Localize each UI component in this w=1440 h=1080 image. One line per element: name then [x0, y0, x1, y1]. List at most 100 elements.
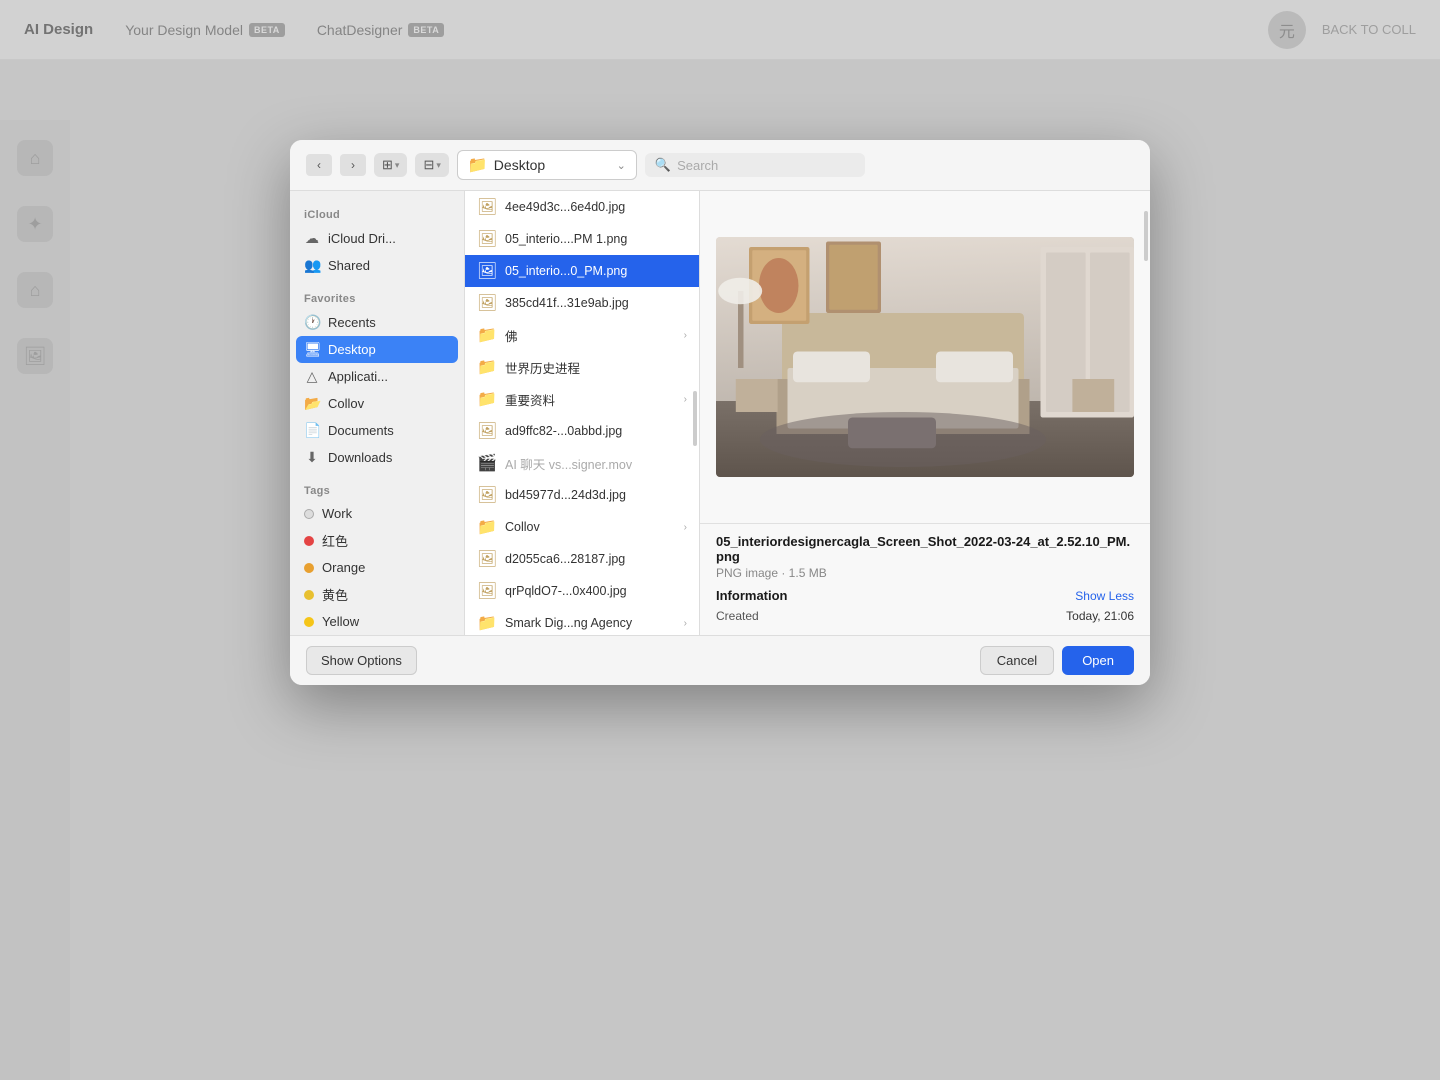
- file-chevron-6: ›: [684, 394, 687, 405]
- dialog-body: iCloud ☁ iCloud Dri... 👥 Shared Favorite…: [290, 191, 1150, 635]
- tag-orange-label: Orange: [322, 560, 365, 575]
- preview-image: [716, 237, 1134, 477]
- file-picker-dialog: ‹ › ⊞ ▾ ⊟ ▾ 📁 Desktop ⌄ 🔍: [290, 140, 1150, 685]
- file-item-9[interactable]: 🖼 bd45977d...24d3d.jpg: [465, 479, 699, 511]
- show-options-button[interactable]: Show Options: [306, 646, 417, 675]
- file-name-5: 世界历史进程: [505, 358, 687, 377]
- sidebar-item-collov[interactable]: 📂 Collov: [290, 390, 464, 417]
- show-less-button[interactable]: Show Less: [1075, 589, 1134, 603]
- file-name-11: d2055ca6...28187.jpg: [505, 552, 687, 566]
- sidebar-tag-yellow-cn[interactable]: 黄色: [290, 580, 464, 609]
- tag-work-label: Work: [322, 506, 352, 521]
- file-name-0: 4ee49d3c...6e4d0.jpg: [505, 200, 687, 214]
- desktop-label: Desktop: [328, 342, 376, 357]
- collov-label: Collov: [328, 396, 364, 411]
- file-name-7: ad9ffc82-...0abbd.jpg: [505, 424, 687, 438]
- file-name-12: qrPqldO7-...0x400.jpg: [505, 584, 687, 598]
- file-icon-0: 🖼: [477, 197, 497, 217]
- sidebar-tag-work[interactable]: Work: [290, 501, 464, 526]
- documents-label: Documents: [328, 423, 394, 438]
- sidebar-item-desktop[interactable]: 🖥 Desktop: [296, 336, 458, 363]
- file-item-3[interactable]: 🖼 385cd41f...31e9ab.jpg: [465, 287, 699, 319]
- sidebar-item-shared[interactable]: 👥 Shared: [290, 252, 464, 279]
- file-icon-4: 📁: [477, 325, 497, 345]
- file-item-10[interactable]: 📁 Collov ›: [465, 511, 699, 543]
- file-name-6: 重要资料: [505, 390, 676, 409]
- file-item-5[interactable]: 📁 世界历史进程: [465, 351, 699, 383]
- sidebar: iCloud ☁ iCloud Dri... 👥 Shared Favorite…: [290, 191, 465, 635]
- file-name-13: Smark Dig...ng Agency: [505, 616, 676, 630]
- file-chevron-4: ›: [684, 330, 687, 341]
- file-icon-5: 📁: [477, 357, 497, 377]
- file-item-0[interactable]: 🖼 4ee49d3c...6e4d0.jpg: [465, 191, 699, 223]
- preview-section-title: Information: [716, 588, 788, 603]
- file-name-2: 05_interio...0_PM.png: [505, 264, 687, 278]
- shared-label: Shared: [328, 258, 370, 273]
- icloud-drive-label: iCloud Dri...: [328, 231, 396, 246]
- tag-dot-orange: [304, 563, 314, 573]
- back-button[interactable]: ‹: [306, 154, 332, 176]
- file-icon-8: 🎬: [477, 453, 497, 473]
- file-name-10: Collov: [505, 520, 676, 534]
- applications-icon: △: [304, 368, 320, 385]
- sidebar-item-icloud-drive[interactable]: ☁ iCloud Dri...: [290, 225, 464, 252]
- file-item-11[interactable]: 🖼 d2055ca6...28187.jpg: [465, 543, 699, 575]
- file-icon-10: 📁: [477, 517, 497, 537]
- sidebar-item-downloads[interactable]: ⬇ Downloads: [290, 444, 464, 471]
- forward-button[interactable]: ›: [340, 154, 366, 176]
- tag-yellow-cn-label: 黄色: [322, 585, 348, 604]
- preview-filesize: PNG image · 1.5 MB: [716, 566, 1134, 580]
- file-item-2[interactable]: 🖼 05_interio...0_PM.png: [465, 255, 699, 287]
- preview-meta-value-created: Today, 21:06: [1066, 609, 1134, 623]
- collov-folder-icon: 📂: [304, 395, 320, 412]
- location-text: Desktop: [494, 157, 611, 173]
- documents-icon: 📄: [304, 422, 320, 439]
- file-item-4[interactable]: 📁 佛 ›: [465, 319, 699, 351]
- dialog-footer: Show Options Cancel Open: [290, 635, 1150, 685]
- sidebar-item-applications[interactable]: △ Applicati...: [290, 363, 464, 390]
- file-item-6[interactable]: 📁 重要资料 ›: [465, 383, 699, 415]
- open-button[interactable]: Open: [1062, 646, 1134, 675]
- tag-yellow-label: Yellow: [322, 614, 359, 629]
- preview-meta-created: Created Today, 21:06: [716, 607, 1134, 625]
- preview-info: 05_interiordesignercagla_Screen_Shot_202…: [700, 523, 1150, 635]
- file-item-12[interactable]: 🖼 qrPqldO7-...0x400.jpg: [465, 575, 699, 607]
- downloads-icon: ⬇: [304, 449, 320, 466]
- grid-view-group: ⊟ ▾: [415, 153, 448, 177]
- file-icon-12: 🖼: [477, 581, 497, 601]
- sidebar-item-recents[interactable]: 🕐 Recents: [290, 309, 464, 336]
- sidebar-item-documents[interactable]: 📄 Documents: [290, 417, 464, 444]
- tag-dot-work: [304, 509, 314, 519]
- file-item-7[interactable]: 🖼 ad9ffc82-...0abbd.jpg: [465, 415, 699, 447]
- footer-buttons: Cancel Open: [980, 646, 1134, 675]
- sidebar-section-favorites: Favorites: [290, 287, 464, 309]
- cloud-icon: ☁: [304, 230, 320, 247]
- file-list-scrollbar: [693, 391, 697, 446]
- file-icon-6: 📁: [477, 389, 497, 409]
- file-item-8[interactable]: 🎬 AI 聊天 vs...signer.mov: [465, 447, 699, 479]
- sidebar-section-icloud: iCloud: [290, 203, 464, 225]
- location-selector[interactable]: 📁 Desktop ⌄: [457, 150, 637, 180]
- preview-meta-key-created: Created: [716, 609, 759, 623]
- column-view-button[interactable]: ⊞ ▾: [374, 153, 407, 177]
- preview-panel: 05_interiordesignercagla_Screen_Shot_202…: [700, 191, 1150, 635]
- file-chevron-10: ›: [684, 522, 687, 533]
- sidebar-tag-orange[interactable]: Orange: [290, 555, 464, 580]
- downloads-label: Downloads: [328, 450, 392, 465]
- column-view-icon: ⊞: [382, 157, 393, 173]
- sidebar-tag-red[interactable]: 红色: [290, 526, 464, 555]
- file-item-13[interactable]: 📁 Smark Dig...ng Agency ›: [465, 607, 699, 635]
- preview-section-header: Information Show Less: [716, 588, 1134, 603]
- sidebar-tag-yellow[interactable]: Yellow: [290, 609, 464, 634]
- grid-view-icon: ⊟: [423, 157, 434, 173]
- grid-view-button[interactable]: ⊟ ▾: [415, 153, 448, 177]
- file-icon-1: 🖼: [477, 229, 497, 249]
- tag-dot-yellow: [304, 617, 314, 627]
- preview-scrollbar: [1144, 211, 1148, 261]
- file-item-1[interactable]: 🖼 05_interio....PM 1.png: [465, 223, 699, 255]
- dialog-toolbar: ‹ › ⊞ ▾ ⊟ ▾ 📁 Desktop ⌄ 🔍: [290, 140, 1150, 191]
- search-input[interactable]: [677, 158, 855, 173]
- preview-filename: 05_interiordesignercagla_Screen_Shot_202…: [716, 534, 1134, 564]
- search-icon: 🔍: [655, 157, 671, 173]
- cancel-button[interactable]: Cancel: [980, 646, 1054, 675]
